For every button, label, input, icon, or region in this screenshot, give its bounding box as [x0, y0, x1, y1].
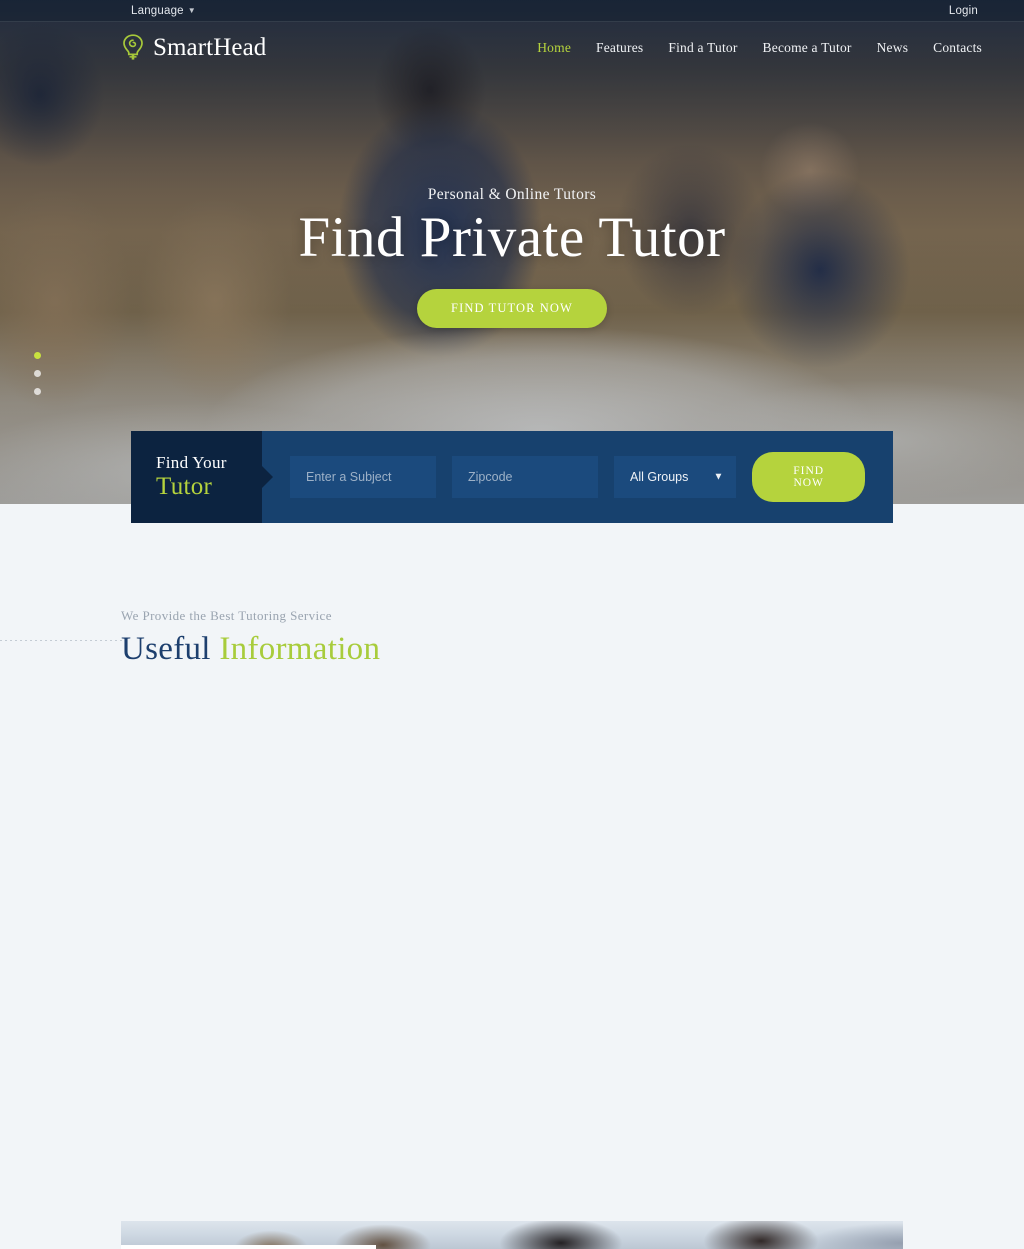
- find-now-button[interactable]: FIND NOW: [752, 452, 865, 502]
- top-utility-bar: Language ▼ Login: [0, 0, 1024, 22]
- search-label-line1: Find Your: [156, 453, 227, 472]
- slider-dots: [34, 352, 41, 395]
- info-heading-block: We Provide the Best Tutoring Service Use…: [121, 608, 380, 668]
- slider-dot-1[interactable]: [34, 352, 41, 359]
- slider-dot-3[interactable]: [34, 388, 41, 395]
- slider-dot-2[interactable]: [34, 370, 41, 377]
- hero-subtitle: Personal & Online Tutors: [427, 186, 597, 203]
- nav-item-contacts[interactable]: Contacts: [933, 40, 982, 56]
- group-select-wrapper: All Groups ▼: [614, 456, 737, 498]
- brand-logo[interactable]: SmartHead: [120, 33, 266, 63]
- decorative-dotted-line: [0, 640, 122, 641]
- search-label-line2: Tutor: [156, 473, 213, 500]
- info-title-part2: Information: [219, 631, 381, 667]
- info-photo-strip: [121, 1221, 903, 1249]
- tutor-search-panel: Find Your Tutor All Groups ▼ FIND NOW: [131, 431, 893, 523]
- group-select[interactable]: All Groups: [614, 456, 737, 498]
- zipcode-input[interactable]: [452, 456, 598, 498]
- hero-title: Find Private Tutor: [298, 206, 726, 269]
- info-card-top-edge: [121, 1245, 376, 1249]
- find-tutor-now-button[interactable]: FIND TUTOR NOW: [417, 288, 607, 328]
- lightbulb-icon: [123, 34, 143, 60]
- info-title-part1: Useful: [121, 631, 211, 667]
- info-eyebrow: We Provide the Best Tutoring Service: [121, 608, 332, 623]
- search-panel-fields: All Groups ▼ FIND NOW: [262, 431, 893, 523]
- nav-item-become-a-tutor[interactable]: Become a Tutor: [763, 40, 852, 56]
- nav-item-find-a-tutor[interactable]: Find a Tutor: [668, 40, 737, 56]
- hero-copy: Personal & Online Tutors Find Private Tu…: [0, 186, 1024, 328]
- primary-nav: Home Features Find a Tutor Become a Tuto…: [537, 40, 982, 56]
- chevron-down-icon: ▼: [187, 6, 196, 15]
- brand-name: SmartHead: [153, 34, 267, 61]
- hero-section: Language ▼ Login SmartHead Home Features…: [0, 0, 1024, 504]
- nav-item-features[interactable]: Features: [596, 40, 643, 56]
- search-panel-label: Find Your Tutor: [131, 431, 262, 523]
- language-label: Language: [131, 4, 184, 17]
- subject-input[interactable]: [290, 456, 436, 498]
- info-title: Useful Information: [121, 631, 380, 668]
- nav-item-news[interactable]: News: [877, 40, 909, 56]
- nav-item-home[interactable]: Home: [537, 40, 571, 56]
- language-selector[interactable]: Language ▼: [131, 5, 196, 17]
- useful-information-section: We Provide the Best Tutoring Service Use…: [0, 504, 1024, 1249]
- main-navbar: SmartHead Home Features Find a Tutor Bec…: [0, 22, 1024, 74]
- login-link[interactable]: Login: [949, 5, 978, 17]
